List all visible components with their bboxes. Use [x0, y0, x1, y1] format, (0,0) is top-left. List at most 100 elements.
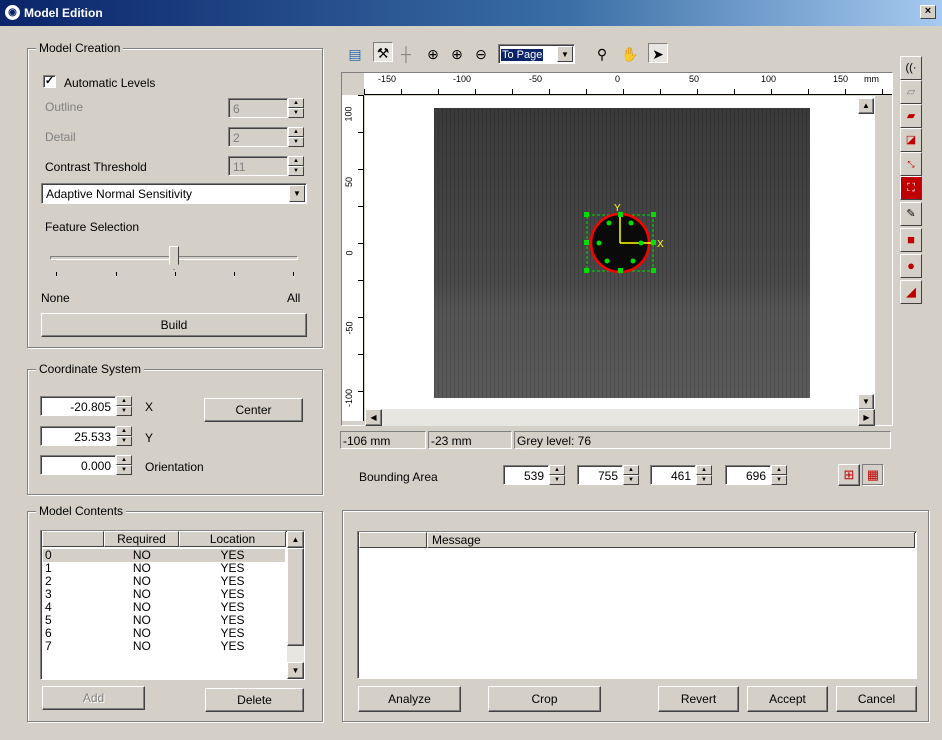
layout-icon[interactable]: ▤ — [345, 44, 365, 64]
center-button[interactable]: Center — [204, 398, 303, 422]
bounding-right-field[interactable]: 755 — [577, 465, 623, 485]
grid-single-icon[interactable]: ⊞ — [838, 464, 860, 486]
spin-up-icon[interactable]: ▲ — [288, 127, 304, 137]
list-scrollbar[interactable]: ▲ ▼ — [287, 531, 304, 679]
spin-down-icon[interactable]: ▼ — [549, 475, 565, 485]
revert-button[interactable]: Revert — [658, 686, 739, 712]
message-list[interactable]: Message — [357, 531, 917, 679]
outline-spinner[interactable]: 6 ▲ ▼ — [228, 98, 306, 118]
spin-down-icon[interactable]: ▼ — [116, 406, 132, 416]
spin-down-icon[interactable]: ▼ — [696, 475, 712, 485]
square-icon[interactable]: ■ — [900, 228, 922, 252]
spin-up-icon[interactable]: ▲ — [623, 465, 639, 475]
zoom-in-icon[interactable]: ⊕ — [447, 44, 467, 64]
table-row[interactable]: 4 NO YES — [43, 601, 285, 614]
bounding-left-field[interactable]: 539 — [503, 465, 549, 485]
viewer-hscrollbar[interactable]: ◀ ▶ — [365, 409, 875, 426]
model-contents-list[interactable]: Required Location 0 NO YES 1 NO YES 2 NO YES 3 NO Y… — [40, 530, 305, 680]
eraser-icon[interactable]: ✎ — [900, 202, 922, 226]
spin-up-icon[interactable]: ▲ — [696, 465, 712, 475]
list-header-location[interactable]: Location — [179, 531, 286, 547]
x-spinner[interactable]: -20.805 ▲ ▼ — [40, 396, 134, 416]
contrast-threshold-spinner[interactable]: 11 ▲ ▼ — [228, 156, 306, 176]
message-header-blank[interactable] — [359, 532, 427, 548]
close-button[interactable]: × — [920, 5, 936, 19]
crosshair-icon[interactable]: ┼ — [396, 44, 416, 64]
table-row[interactable]: 1 NO YES — [43, 562, 285, 575]
accept-button[interactable]: Accept — [747, 686, 828, 712]
spin-down-icon[interactable]: ▼ — [771, 475, 787, 485]
spin-up-icon[interactable]: ▲ — [549, 465, 565, 475]
spin-down-icon[interactable]: ▼ — [288, 137, 304, 147]
spin-up-icon[interactable]: ▲ — [288, 98, 304, 108]
zoom-out-icon[interactable]: ⊖ — [471, 44, 491, 64]
image-canvas[interactable]: X Y ▲ ▼ — [365, 96, 875, 414]
table-row[interactable]: 7 NO YES — [43, 640, 285, 653]
spin-down-icon[interactable]: ▼ — [288, 166, 304, 176]
hand-icon[interactable]: ✋ — [620, 44, 640, 64]
spin-up-icon[interactable]: ▲ — [116, 455, 132, 465]
y-spinner[interactable]: 25.533 ▲ ▼ — [40, 426, 134, 446]
scroll-up-icon[interactable]: ▲ — [858, 98, 874, 114]
tools-icon[interactable]: ⚒ — [373, 42, 393, 62]
crop-button[interactable]: Crop — [488, 686, 601, 712]
chevron-down-icon[interactable]: ▼ — [289, 185, 305, 202]
analyze-button[interactable]: Analyze — [358, 686, 461, 712]
build-button[interactable]: Build — [41, 313, 307, 337]
table-row[interactable]: 3 NO YES — [43, 588, 285, 601]
delete-button[interactable]: Delete — [205, 688, 304, 712]
bounding-left-spinner[interactable]: 539 ▲ ▼ — [503, 465, 567, 485]
slider-thumb[interactable] — [169, 246, 179, 270]
message-header[interactable]: Message — [427, 532, 915, 548]
orientation-field[interactable]: 0.000 — [40, 455, 116, 475]
zoom-select[interactable]: To Page ▼ — [498, 44, 575, 64]
automatic-levels-checkbox[interactable]: ✓ — [43, 75, 56, 88]
bounding-bottom-field[interactable]: 696 — [725, 465, 771, 485]
antenna-icon[interactable]: ((· — [900, 56, 922, 80]
zoom-fit-icon[interactable]: ⊕ — [423, 44, 443, 64]
spin-up-icon[interactable]: ▲ — [116, 396, 132, 406]
list-header-index[interactable] — [42, 531, 104, 547]
x-field[interactable]: -20.805 — [40, 396, 116, 416]
table-row[interactable]: 0 NO YES — [43, 549, 285, 562]
pointer-icon[interactable]: ➤ — [648, 43, 668, 63]
spin-up-icon[interactable]: ▲ — [288, 156, 304, 166]
scroll-up-icon[interactable]: ▲ — [287, 531, 304, 548]
scroll-right-icon[interactable]: ▶ — [858, 409, 875, 426]
red-plane-icon[interactable]: ▰ — [900, 104, 922, 128]
plane-check-icon[interactable]: ◪ — [900, 128, 922, 152]
list-header-required[interactable]: Required — [104, 531, 179, 547]
contrast-threshold-field[interactable]: 11 — [228, 156, 288, 176]
plane-icon[interactable]: ▱ — [900, 80, 922, 104]
scroll-down-icon[interactable]: ▼ — [858, 394, 874, 410]
magnifier-icon[interactable]: ⚲ — [592, 44, 612, 64]
circle-icon[interactable]: ● — [900, 254, 922, 278]
table-row[interactable]: 5 NO YES — [43, 614, 285, 627]
orientation-spinner[interactable]: 0.000 ▲ ▼ — [40, 455, 134, 475]
bounding-right-spinner[interactable]: 755 ▲ ▼ — [577, 465, 641, 485]
detail-field[interactable]: 2 — [228, 127, 288, 147]
cancel-button[interactable]: Cancel — [836, 686, 917, 712]
outline-field[interactable]: 6 — [228, 98, 288, 118]
spin-down-icon[interactable]: ▼ — [288, 108, 304, 118]
spin-down-icon[interactable]: ▼ — [116, 436, 132, 446]
scroll-down-icon[interactable]: ▼ — [287, 662, 304, 679]
chevron-down-icon[interactable]: ▼ — [557, 46, 573, 62]
spin-up-icon[interactable]: ▲ — [771, 465, 787, 475]
table-row[interactable]: 6 NO YES — [43, 627, 285, 640]
y-field[interactable]: 25.533 — [40, 426, 116, 446]
table-row[interactable]: 2 NO YES — [43, 575, 285, 588]
scroll-left-icon[interactable]: ◀ — [365, 409, 382, 426]
detail-spinner[interactable]: 2 ▲ ▼ — [228, 127, 306, 147]
bounding-top-field[interactable]: 461 — [650, 465, 696, 485]
sensitivity-select[interactable]: Adaptive Normal Sensitivity ▼ — [41, 183, 307, 204]
scroll-thumb[interactable] — [287, 548, 304, 646]
add-button[interactable]: Add — [42, 686, 145, 710]
bounding-top-spinner[interactable]: 461 ▲ ▼ — [650, 465, 714, 485]
bounding-bottom-spinner[interactable]: 696 ▲ ▼ — [725, 465, 789, 485]
spin-down-icon[interactable]: ▼ — [623, 475, 639, 485]
spin-down-icon[interactable]: ▼ — [116, 465, 132, 475]
expand-icon[interactable]: ⛶ — [900, 176, 922, 200]
shrink-icon[interactable]: ⤡ — [900, 152, 922, 176]
spin-up-icon[interactable]: ▲ — [116, 426, 132, 436]
